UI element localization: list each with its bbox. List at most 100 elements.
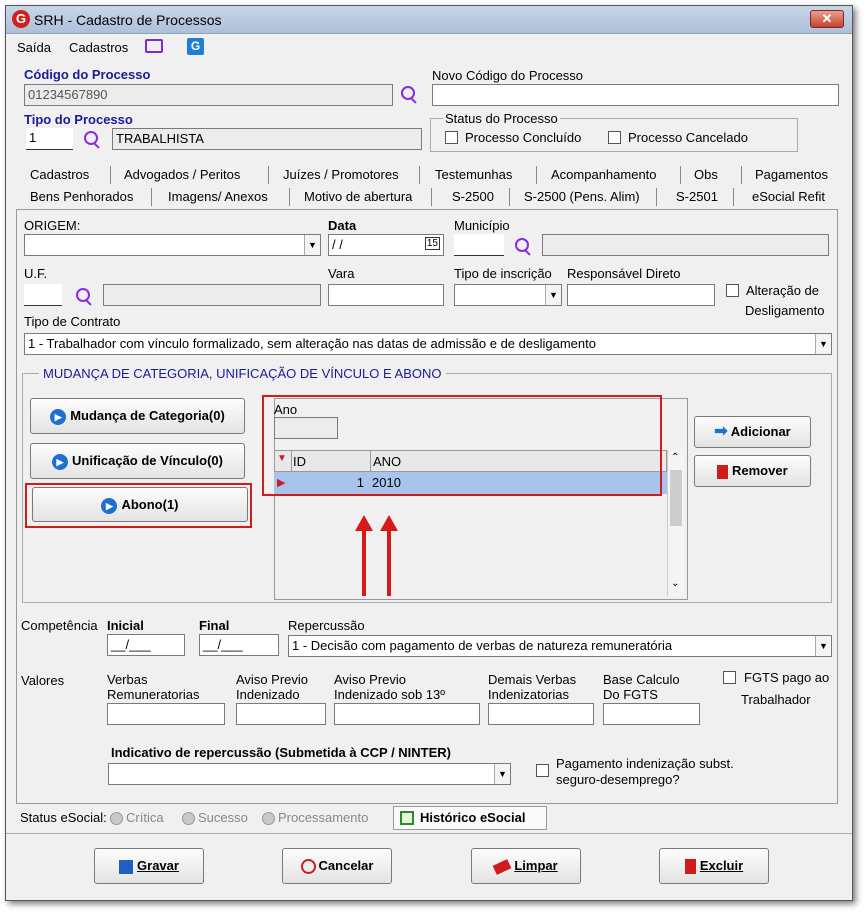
monitor-icon[interactable] <box>145 39 163 53</box>
municipio-code-input[interactable] <box>454 234 504 256</box>
historico-esocial-button[interactable]: Histórico eSocial <box>393 806 547 830</box>
demais-input[interactable] <box>488 703 594 725</box>
tipo-inscricao-label: Tipo de inscrição <box>454 266 552 281</box>
adicionar-button[interactable]: ➡ Adicionar <box>694 416 811 448</box>
aviso-input[interactable] <box>236 703 326 725</box>
aviso-label-2: Indenizado <box>236 687 300 702</box>
critica-radio[interactable]: Crítica <box>104 810 164 826</box>
grid-scrollbar[interactable]: ⌃ ⌄ <box>667 450 684 596</box>
cancel-icon <box>300 859 316 875</box>
limpar-button[interactable]: Limpar <box>471 848 581 884</box>
search-icon[interactable] <box>82 130 102 150</box>
grid-highlight <box>262 395 662 496</box>
search-icon[interactable] <box>513 237 533 257</box>
tab-bens-penhorados[interactable]: Bens Penhorados <box>30 189 133 204</box>
final-input[interactable]: __/___ <box>199 634 279 656</box>
municipio-desc-field <box>542 234 829 256</box>
inicial-input[interactable]: __/___ <box>107 634 185 656</box>
tipo-contrato-select[interactable]: 1 - Trabalhador com vínculo formalizado,… <box>24 333 832 355</box>
menu-cadastros[interactable]: Cadastros <box>69 40 128 55</box>
vara-label: Vara <box>328 266 355 281</box>
tab-obs[interactable]: Obs <box>694 167 718 182</box>
processamento-radio[interactable]: Processamento <box>256 810 368 826</box>
scroll-down-icon[interactable]: ⌄ <box>671 578 679 589</box>
chevron-down-icon[interactable]: ▼ <box>304 235 320 255</box>
main-window: G SRH - Cadastro de Processos ✕ Saída Ca… <box>5 5 853 901</box>
municipio-label: Município <box>454 218 510 233</box>
chevron-down-icon[interactable]: ▼ <box>815 636 831 656</box>
tab-testemunhas[interactable]: Testemunhas <box>435 167 512 182</box>
data-label: Data <box>328 218 357 233</box>
tab-motivo-de-abertura[interactable]: Motivo de abertura <box>304 189 412 204</box>
app-logo-icon: G <box>12 10 30 28</box>
data-input[interactable]: / / 15 <box>328 234 444 256</box>
tab-s-2501[interactable]: S-2501 <box>676 189 718 204</box>
calendar-icon[interactable]: 15 <box>424 237 440 250</box>
concluido-label: Processo Concluído <box>465 130 582 145</box>
window-title: SRH - Cadastro de Processos <box>34 12 222 28</box>
g-app-icon[interactable]: G <box>187 38 204 55</box>
tab-advogados-peritos[interactable]: Advogados / Peritos <box>124 167 240 182</box>
chevron-down-icon[interactable]: ▼ <box>545 285 561 305</box>
uf-desc-field <box>103 284 321 306</box>
tab-cadastros[interactable]: Cadastros <box>30 167 89 182</box>
novo-codigo-label: Novo Código do Processo <box>432 68 584 83</box>
adicionar-label: Adicionar <box>730 424 791 439</box>
arrow-right-icon: ➡ <box>714 423 728 440</box>
aviso13-label-2: Indenizado sob 13º <box>334 687 446 702</box>
tab-ju-zes-promotores[interactable]: Juízes / Promotores <box>283 167 399 182</box>
concluido-checkbox[interactable] <box>445 131 458 144</box>
scroll-up-icon[interactable]: ⌃ <box>671 452 679 463</box>
chevron-down-icon[interactable]: ▼ <box>815 334 831 354</box>
indicativo-select[interactable]: ▼ <box>108 763 511 785</box>
responsavel-input[interactable] <box>567 284 715 306</box>
desligamento-label: Desligamento <box>745 303 825 318</box>
sucesso-radio[interactable]: Sucesso <box>176 810 248 826</box>
aviso13-input[interactable] <box>334 703 480 725</box>
pagamento-checkbox[interactable] <box>536 764 549 777</box>
search-icon[interactable] <box>399 85 419 105</box>
search-icon[interactable] <box>74 287 94 307</box>
close-button[interactable]: ✕ <box>810 10 844 28</box>
tab-s-2500[interactable]: S-2500 <box>448 189 498 204</box>
vara-input[interactable] <box>328 284 444 306</box>
origem-label: ORIGEM: <box>24 218 81 233</box>
uf-input[interactable] <box>24 284 62 306</box>
scroll-thumb[interactable] <box>670 470 682 526</box>
fgts-checkbox[interactable] <box>723 671 736 684</box>
gravar-button[interactable]: Gravar <box>94 848 204 884</box>
demais-label-1: Demais Verbas <box>488 672 577 687</box>
mudanca-categoria-button[interactable]: ▶ Mudança de Categoria(0) <box>30 398 245 434</box>
unificacao-vinculo-button[interactable]: ▶ Unificação de Vínculo(0) <box>30 443 245 479</box>
tipo-code-input[interactable]: 1 <box>26 128 73 150</box>
base-input[interactable] <box>603 703 700 725</box>
trash-icon <box>684 859 696 875</box>
valores-label: Valores <box>21 673 65 688</box>
verbas-input[interactable] <box>107 703 225 725</box>
tipo-label: Tipo do Processo <box>24 112 133 127</box>
tab-s-2500-pens-alim-[interactable]: S-2500 (Pens. Alim) <box>524 189 640 204</box>
repercussao-select[interactable]: 1 - Decisão com pagamento de verbas de n… <box>288 635 832 657</box>
tab-pagamentos[interactable]: Pagamentos <box>755 167 828 182</box>
origem-select[interactable]: ▼ <box>24 234 321 256</box>
document-icon <box>400 811 414 825</box>
codigo-label: Código do Processo <box>24 67 151 82</box>
fgts-label-1: FGTS pago ao <box>744 670 830 685</box>
tab-imagens-anexos[interactable]: Imagens/ Anexos <box>168 189 268 204</box>
cancelado-checkbox[interactable] <box>608 131 621 144</box>
cancelar-button[interactable]: Cancelar <box>282 848 392 884</box>
chevron-down-icon[interactable]: ▼ <box>494 764 510 784</box>
novo-codigo-input[interactable] <box>432 84 839 106</box>
tab-esocial-refit[interactable]: eSocial Refit <box>752 189 825 204</box>
tab-acompanhamento[interactable]: Acompanhamento <box>551 167 657 182</box>
pagamento-label-1: Pagamento indenização subst. <box>556 756 734 771</box>
alteracao-label: Alteração de <box>746 283 819 298</box>
aviso13-label-1: Aviso Previo <box>334 672 407 687</box>
menu-saida[interactable]: Saída <box>17 40 51 55</box>
codigo-input[interactable]: 01234567890 <box>24 84 393 106</box>
remover-button[interactable]: Remover <box>694 455 811 487</box>
tipo-inscricao-select[interactable]: ▼ <box>454 284 562 306</box>
excluir-button[interactable]: Excluir <box>659 848 769 884</box>
alteracao-checkbox[interactable] <box>726 284 739 297</box>
final-label: Final <box>199 618 230 633</box>
